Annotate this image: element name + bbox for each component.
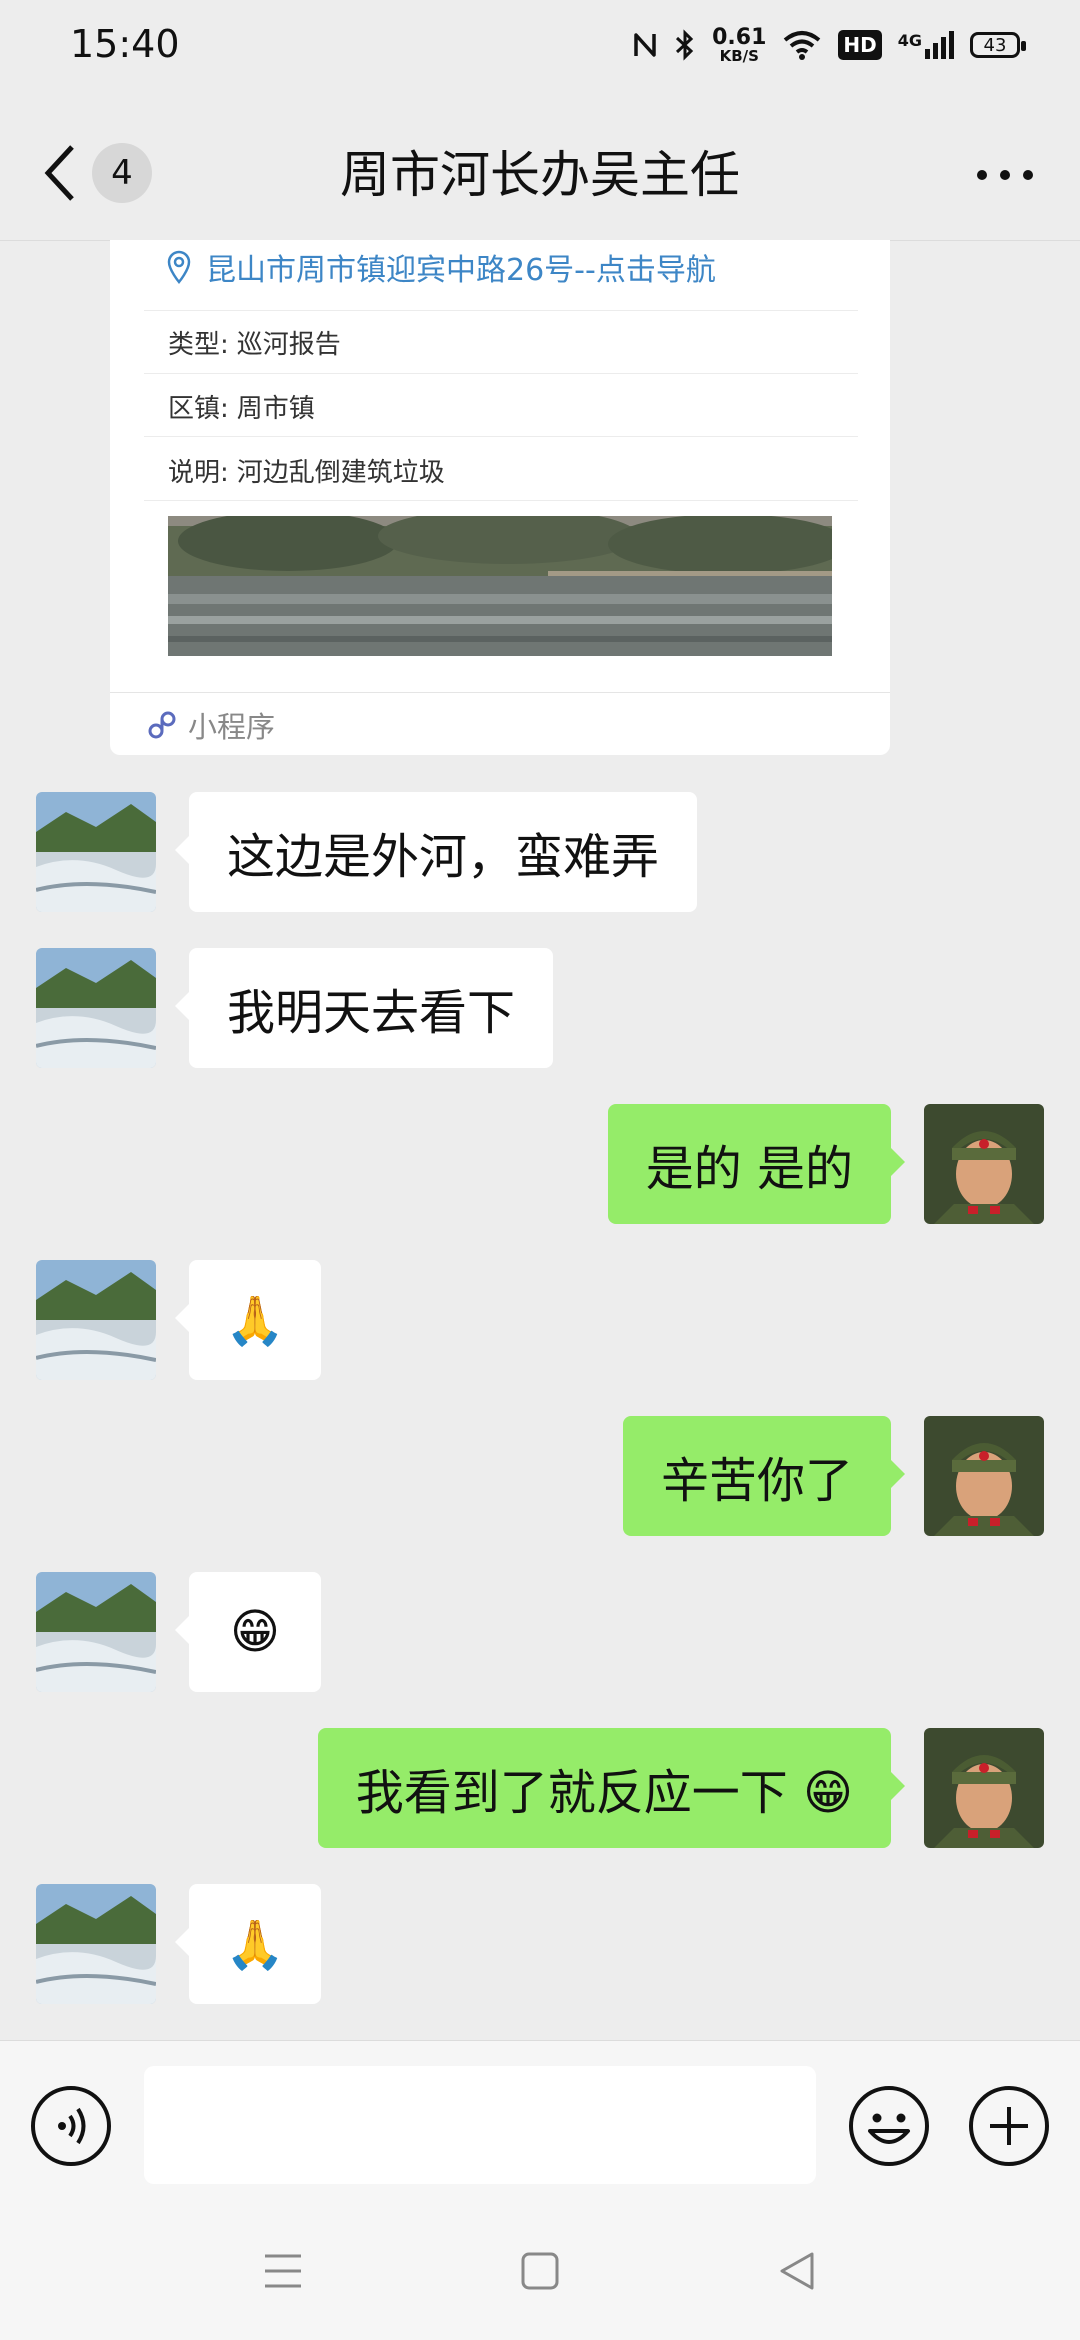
my-avatar[interactable]: [924, 1104, 1044, 1224]
unread-count-badge: 4: [92, 143, 152, 203]
message-bubble-outgoing[interactable]: 我看到了就反应一下 😁: [317, 1728, 906, 1848]
menu-button[interactable]: [258, 2246, 308, 2296]
miniprogram-label: 小程序: [188, 709, 276, 744]
card-row-town: 区镇: 周市镇: [168, 394, 315, 424]
status-time: 15:40: [70, 22, 180, 66]
menu-icon: [265, 2254, 301, 2288]
message-bubble-incoming[interactable]: 我明天去看下: [174, 948, 554, 1068]
network-speed: 0.61 KB/S: [712, 24, 767, 65]
contact-avatar[interactable]: [36, 948, 156, 1068]
battery-icon: 43: [970, 32, 1026, 58]
message-bubble-outgoing[interactable]: 辛苦你了: [622, 1416, 906, 1536]
message-input[interactable]: [144, 2066, 816, 2184]
miniprogram-card[interactable]: 昆山市周市镇迎宾中路26号--点击导航 类型: 巡河报告 区镇: 周市镇 说明: 河边…: [110, 240, 890, 755]
card-divider: [144, 310, 858, 311]
more-options-button[interactable]: [970, 150, 1040, 200]
miniprogram-link-icon: [148, 711, 176, 738]
navigation-link[interactable]: 昆山市周市镇迎宾中路26号--点击导航: [166, 245, 716, 289]
system-nav-bar: [0, 2200, 1080, 2340]
location-pin-icon: [167, 250, 191, 284]
location-text: 昆山市周市镇迎宾中路26号--点击导航: [206, 253, 716, 288]
smiley-icon: [849, 2086, 929, 2166]
message-bubble-outgoing[interactable]: 是的 是的: [607, 1104, 906, 1224]
contact-avatar[interactable]: [36, 1884, 156, 2004]
chevron-left-icon: [44, 145, 74, 201]
contact-avatar[interactable]: [36, 1572, 156, 1692]
bluetooth-icon: [676, 29, 694, 61]
ellipsis-icon: [977, 170, 1033, 180]
nfc-icon: [634, 33, 656, 57]
contact-avatar[interactable]: [36, 1260, 156, 1380]
card-row-description: 说明: 河边乱倒建筑垃圾: [168, 458, 445, 488]
chat-header: 4 周市河长办吴主任: [0, 95, 1080, 241]
card-divider: [144, 373, 858, 374]
cell-signal-icon: 4G: [898, 31, 954, 59]
plus-icon: [969, 2086, 1049, 2166]
contact-avatar[interactable]: [36, 792, 156, 912]
home-square-icon: [521, 2252, 559, 2290]
status-icons: 0.61 KB/S HD 4G 43: [632, 20, 1026, 70]
emoji-button[interactable]: [848, 2085, 930, 2167]
back-triangle-icon: [780, 2252, 814, 2290]
card-divider: [144, 500, 858, 501]
miniprogram-footer: 小程序: [110, 692, 890, 756]
chat-messages[interactable]: 昆山市周市镇迎宾中路26号--点击导航 类型: 巡河报告 区镇: 周市镇 说明: 河边…: [0, 240, 1080, 2040]
input-bar: [0, 2040, 1080, 2201]
wifi-icon: [784, 31, 821, 60]
card-divider: [144, 436, 858, 437]
message-bubble-incoming[interactable]: 这边是外河，蛮难弄: [174, 792, 698, 912]
message-bubble-incoming[interactable]: 🙏: [175, 1884, 321, 2004]
message-bubble-incoming[interactable]: 🙏: [175, 1260, 321, 1380]
status-bar: 15:40 0.61 KB/S HD 4G 43: [0, 0, 1080, 95]
more-functions-button[interactable]: [968, 2085, 1050, 2167]
back-button[interactable]: 4: [42, 137, 192, 209]
voice-icon: [31, 2086, 111, 2166]
voice-button[interactable]: [30, 2085, 112, 2167]
system-back-button[interactable]: [772, 2246, 822, 2296]
my-avatar[interactable]: [924, 1416, 1044, 1536]
home-button[interactable]: [515, 2246, 565, 2296]
card-row-type: 类型: 巡河报告: [168, 330, 341, 360]
message-bubble-incoming[interactable]: 😁: [175, 1572, 321, 1692]
river-photo[interactable]: [168, 516, 832, 656]
hd-badge: HD: [838, 30, 882, 60]
my-avatar[interactable]: [924, 1728, 1044, 1848]
